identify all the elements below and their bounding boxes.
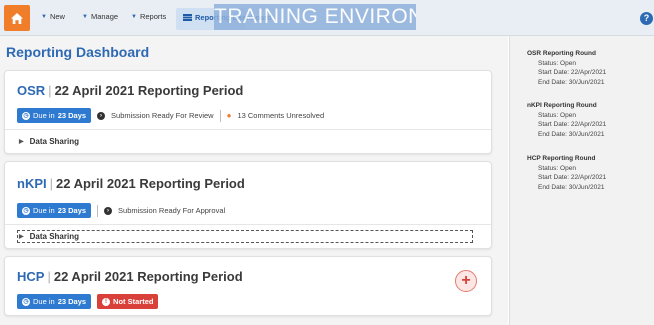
data-sharing-label: Data Sharing [29,137,79,146]
clock-icon: ◷ [22,111,30,120]
round-start-date: Start Date: 22/Apr/2021 [538,69,607,76]
title-separator: | [49,176,54,191]
arrow-circle-icon: › [97,111,106,120]
nav-manage-menu[interactable]: ▼ Manage [82,12,118,21]
not-started-badge: ! Not Started [97,294,159,309]
round-title: OSR Reporting Round [527,50,596,57]
data-sharing-label: Data Sharing [29,232,79,241]
card-status-row: ◷ Due in 23 Days › Submission Ready For … [17,203,225,218]
card-title: HCP | 22 April 2021 Reporting Period [17,269,243,284]
nkpi-round-info: nKPI Reporting Round Status: Open Start … [527,101,606,139]
home-icon [11,12,23,24]
nav-new-menu[interactable]: ▼ New [41,12,65,21]
due-badge: ◷ Due in 23 Days [17,108,92,123]
comment-icon: ● [226,111,232,120]
data-sharing-toggle[interactable]: ▶ Data Sharing [19,137,79,146]
plus-icon: + [461,272,471,289]
add-submission-button[interactable]: + [455,270,477,292]
card-divider [5,224,491,225]
status-divider [97,204,99,217]
card-divider [5,129,491,130]
round-title: HCP Reporting Round [527,155,596,162]
data-sharing-focus-outline [17,230,473,243]
due-prefix: Due in [33,206,55,215]
card-code: OSR [17,83,46,98]
due-badge: ◷ Due in 23 Days [17,203,92,218]
home-button[interactable] [4,5,30,31]
nav-reports-label: Reports [139,12,167,21]
round-end-date: End Date: 30/Jun/2021 [538,130,605,138]
hcp-round-info: HCP Reporting Round Status: Open Start D… [527,154,606,192]
round-status: Status: Open [538,59,576,67]
dashboard-icon [183,14,192,21]
arrow-circle-icon: › [104,206,113,215]
training-environment-banner: TRAINING ENVIRONMENT [214,4,416,30]
round-start-date: Start Date: 22/Apr/2021 [538,121,607,128]
help-icon[interactable]: ? [640,12,653,25]
caret-down-icon: ▼ [131,13,137,20]
page-title: Reporting Dashboard [6,44,150,60]
title-separator: | [47,269,51,284]
due-prefix: Due in [33,297,55,306]
nav-manage-label: Manage [90,12,119,21]
not-started-label: Not Started [113,297,154,306]
caret-down-icon: ▼ [82,13,88,20]
card-code: nKPI [17,176,47,191]
caret-down-icon: ▼ [41,13,47,20]
round-end-date: End Date: 30/Jun/2021 [538,78,605,86]
osr-reporting-card: OSR | 22 April 2021 Reporting Period ◷ Due… [4,70,492,154]
card-period: 22 April 2021 Reporting Period [56,176,245,191]
alert-icon: ! [102,297,111,306]
nav-reports-menu[interactable]: ▼ Reports [131,12,166,21]
card-title: nKPI | 22 April 2021 Reporting Period [17,176,245,191]
due-badge: ◷ Due in 23 Days [17,294,92,309]
due-prefix: Due in [33,111,55,120]
nkpi-reporting-card: nKPI | 22 April 2021 Reporting Period ◷ Du… [4,161,492,249]
submission-status: Submission Ready For Approval [118,206,226,215]
clock-icon: ◷ [22,206,30,215]
chevron-right-icon: ▶ [19,234,24,240]
round-end-date: End Date: 30/Jun/2021 [538,183,605,191]
card-status-row: ◷ Due in 23 Days ! Not Started [17,294,159,309]
round-status: Status: Open [538,111,576,119]
status-divider [219,109,221,122]
osr-round-info: OSR Reporting Round Status: Open Start D… [527,49,606,87]
round-title: nKPI Reporting Round [527,102,597,109]
top-navigation-bar: ▼ New ▼ Manage ▼ Reports Reporting Dashb… [0,0,654,36]
clock-icon: ◷ [22,297,30,306]
title-separator: | [48,83,52,98]
due-days: 23 Days [57,297,87,306]
due-days: 23 Days [57,111,87,120]
card-status-row: ◷ Due in 23 Days › Submission Ready For … [17,108,324,123]
due-days: 23 Days [57,206,87,215]
round-status: Status: Open [538,164,576,172]
data-sharing-toggle[interactable]: ▶ Data Sharing [19,232,79,241]
nav-new-label: New [49,12,65,21]
card-period: 22 April 2021 Reporting Period [54,83,244,98]
submission-status: Submission Ready For Review [111,111,214,120]
reporting-rounds-panel: OSR Reporting Round Status: Open Start D… [509,36,654,325]
chevron-right-icon: ▶ [19,139,24,145]
card-title: OSR | 22 April 2021 Reporting Period [17,83,243,98]
card-period: 22 April 2021 Reporting Period [53,269,243,284]
round-start-date: Start Date: 22/Apr/2021 [538,174,607,181]
hcp-reporting-card: HCP | 22 April 2021 Reporting Period ◷ Due… [4,256,492,316]
card-code: HCP [17,269,45,284]
comments-unresolved[interactable]: 13 Comments Unresolved [237,111,324,120]
